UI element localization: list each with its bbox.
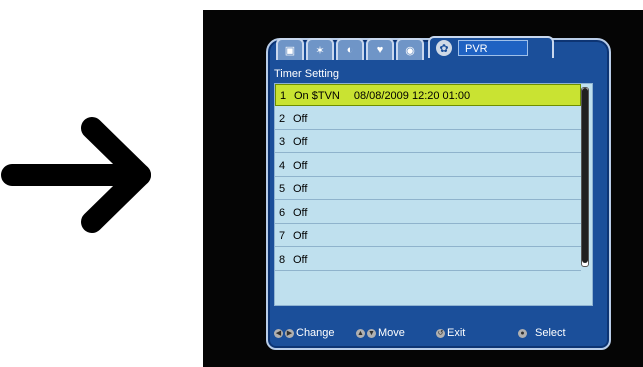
footer-move-label: Move	[378, 327, 405, 339]
timer-status: Off	[293, 206, 308, 219]
pvr-icon: ✿	[436, 40, 452, 56]
down-arrow-key-icon: ▼	[367, 328, 376, 338]
timer-status: Off	[293, 136, 308, 148]
timer-number: 7	[279, 230, 286, 242]
footer-change: ◀ ▶ Change	[274, 327, 335, 339]
timer-number: 8	[279, 253, 286, 266]
tab-picture[interactable]: ▣	[276, 38, 304, 60]
right-arrow-key-icon: ▶	[285, 328, 294, 338]
timer-number: 3	[279, 136, 286, 148]
timer-status: Off	[293, 112, 308, 125]
timer-number: 2	[279, 112, 286, 125]
timer-number: 6	[279, 206, 286, 219]
tab-pvr[interactable]: ✿ PVR	[428, 36, 554, 58]
left-arrow-key-icon: ◀	[274, 328, 283, 338]
tab-satellite[interactable]: ✶	[306, 38, 334, 60]
timer-row[interactable]: 8 Off	[275, 249, 581, 271]
timer-row[interactable]: 6 Off	[275, 202, 581, 224]
timer-row[interactable]: 1 On $TVN 08/08/2009 12:20 01:00	[275, 84, 581, 106]
timer-status: Off	[293, 159, 308, 172]
scrollbar-thumb[interactable]	[582, 88, 588, 263]
timer-row[interactable]: 4 Off	[275, 155, 581, 177]
footer-exit-label: Exit	[447, 327, 466, 339]
footer-change-label: Change	[296, 327, 335, 339]
footer-exit: ↺ Exit	[436, 327, 465, 339]
footer-move: ▲ ▼ Move	[356, 327, 405, 339]
timer-row[interactable]: 5 Off	[275, 178, 581, 200]
timer-status: Off	[293, 183, 308, 195]
lock-icon: ◉	[405, 44, 415, 57]
timer-number: 1	[280, 90, 287, 102]
scrollbar[interactable]	[581, 87, 589, 267]
timer-row[interactable]: 3 Off	[275, 131, 581, 153]
timer-detail: 08/08/2009 12:20 01:00	[353, 90, 471, 102]
tv-screen: ▣ ✶ ◐ ♥ ◉ ✿ PVR Timer Setting 1 On $TVN 08…	[203, 10, 643, 367]
footer-select: ● Select	[518, 327, 566, 339]
timer-status: Off	[293, 253, 308, 266]
right-arrow-icon	[1, 117, 151, 233]
timer-setting-window: ▣ ✶ ◐ ♥ ◉ ✿ PVR Timer Setting 1 On $TVN 08…	[266, 36, 611, 350]
timer-list: 1 On $TVN 08/08/2009 12:20 01:00 2 Off 3 Off 4 O…	[274, 83, 593, 306]
section-title: Timer Setting	[274, 68, 340, 80]
timer-row[interactable]: 7 Off	[275, 225, 581, 247]
tab-channel[interactable]: ◐	[336, 38, 364, 60]
satellite-icon: ✶	[315, 44, 325, 57]
channel-icon: ◐	[346, 44, 354, 56]
tab-pvr-label: PVR	[458, 40, 528, 56]
timer-status: Off	[293, 230, 308, 242]
exit-key-icon: ↺	[436, 328, 445, 338]
favorite-icon: ♥	[376, 44, 384, 56]
timer-number: 5	[279, 183, 286, 195]
tab-lock[interactable]: ◉	[396, 38, 424, 60]
timer-status: On $TVN	[294, 90, 340, 102]
footer-help: ◀ ▶ Change ▲ ▼ Move ↺ Exit ● Select	[274, 327, 604, 343]
timer-number: 4	[279, 159, 286, 172]
picture-icon: ▣	[284, 44, 296, 57]
tab-favorite[interactable]: ♥	[366, 38, 394, 60]
footer-select-label: Select	[535, 327, 566, 339]
timer-row[interactable]: 2 Off	[275, 108, 581, 130]
ok-key-icon: ●	[518, 328, 527, 338]
up-arrow-key-icon: ▲	[356, 328, 365, 338]
menu-tabs: ▣ ✶ ◐ ♥ ◉ ✿ PVR	[276, 36, 606, 62]
